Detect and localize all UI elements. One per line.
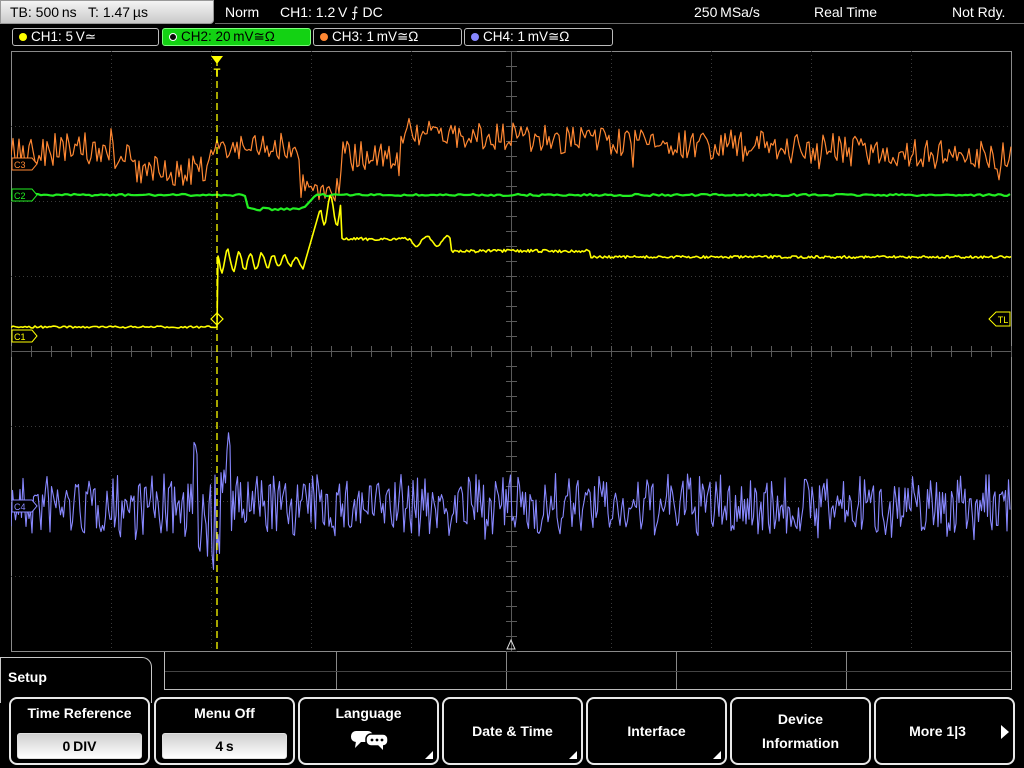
- trigger-mode[interactable]: Norm: [225, 3, 259, 21]
- svg-text:C4: C4: [14, 502, 26, 512]
- channel-tab-ch2[interactable]: CH2: 20 mV≅Ω: [162, 28, 311, 46]
- svg-text:C2: C2: [14, 191, 26, 201]
- softkey-label: Interface: [627, 723, 686, 739]
- trigger-level-label: TL: [998, 315, 1009, 325]
- softkey-label-line-1: Device: [777, 711, 824, 727]
- status-bar: TB: 500 ns T: 1.47 µs Norm CH1: 1.2 V ⨍ …: [0, 0, 1024, 26]
- ch4-ground-marker[interactable]: C4: [11, 499, 38, 513]
- svg-text:C3: C3: [14, 160, 26, 170]
- softkey-value: 0 DIV: [17, 733, 142, 759]
- trigger-setting[interactable]: CH1: 1.2 V ⨍ DC: [280, 3, 383, 21]
- trigger-offset-value: T: 1.47 µs: [88, 4, 148, 20]
- ch2-color-dot-icon: [169, 33, 177, 41]
- softkey-interface[interactable]: Interface: [586, 697, 727, 765]
- softkey-value: 4 s: [162, 733, 287, 759]
- softkey-label: Date & Time: [472, 723, 553, 739]
- submenu-corner-icon: [713, 751, 721, 759]
- softkey-label: More 1|3: [909, 723, 966, 739]
- next-page-arrow-icon: [1001, 725, 1009, 739]
- ch3-ground-marker[interactable]: C3: [11, 157, 38, 171]
- softkey-label: Language: [335, 705, 402, 721]
- submenu-corner-icon: [569, 751, 577, 759]
- softkey-more[interactable]: More 1|3: [874, 697, 1015, 765]
- acquisition-mode: Real Time: [814, 4, 878, 20]
- divider: [215, 23, 1024, 24]
- softkey-time-reference[interactable]: Time Reference 0 DIV: [9, 697, 150, 765]
- softkey-label: Time Reference: [27, 705, 132, 721]
- ch4-color-dot-icon: [471, 33, 479, 41]
- timebase-value: TB: 500 ns: [10, 4, 77, 20]
- sample-rate: 250 MSa/s: [694, 4, 760, 20]
- ch3-color-dot-icon: [320, 33, 328, 41]
- waveform-display[interactable]: T TL C3 C2 C1 C4: [11, 51, 1012, 652]
- trigger-status: Not Rdy.: [952, 4, 1006, 20]
- ch1-color-dot-icon: [19, 33, 27, 41]
- ch1-ground-marker[interactable]: C1: [11, 329, 38, 343]
- timebase-box[interactable]: TB: 500 ns T: 1.47 µs: [0, 0, 214, 24]
- submenu-corner-icon: [425, 751, 433, 759]
- softkey-date-time[interactable]: Date & Time: [442, 697, 583, 765]
- menu-title: Setup: [8, 669, 47, 685]
- softkey-language[interactable]: Language: [298, 697, 439, 765]
- channel-tab-ch1[interactable]: CH1: 5 V≃: [12, 28, 159, 46]
- menu-strip: [164, 652, 1012, 690]
- svg-text:C1: C1: [14, 332, 26, 342]
- softkey-device-information[interactable]: Device Information: [730, 697, 871, 765]
- softkey-label-line-2: Information: [762, 735, 839, 751]
- trigger-marker-label: T: [214, 67, 221, 79]
- channel-tab-ch3[interactable]: CH3: 1 mV≅Ω: [313, 28, 462, 46]
- softkey-menu-off[interactable]: Menu Off 4 s: [154, 697, 295, 765]
- ch2-ground-marker[interactable]: C2: [11, 188, 38, 202]
- channel-tab-ch4[interactable]: CH4: 1 mV≅Ω: [464, 28, 613, 46]
- softkey-label: Menu Off: [194, 705, 255, 721]
- speech-bubbles-icon: [351, 731, 389, 750]
